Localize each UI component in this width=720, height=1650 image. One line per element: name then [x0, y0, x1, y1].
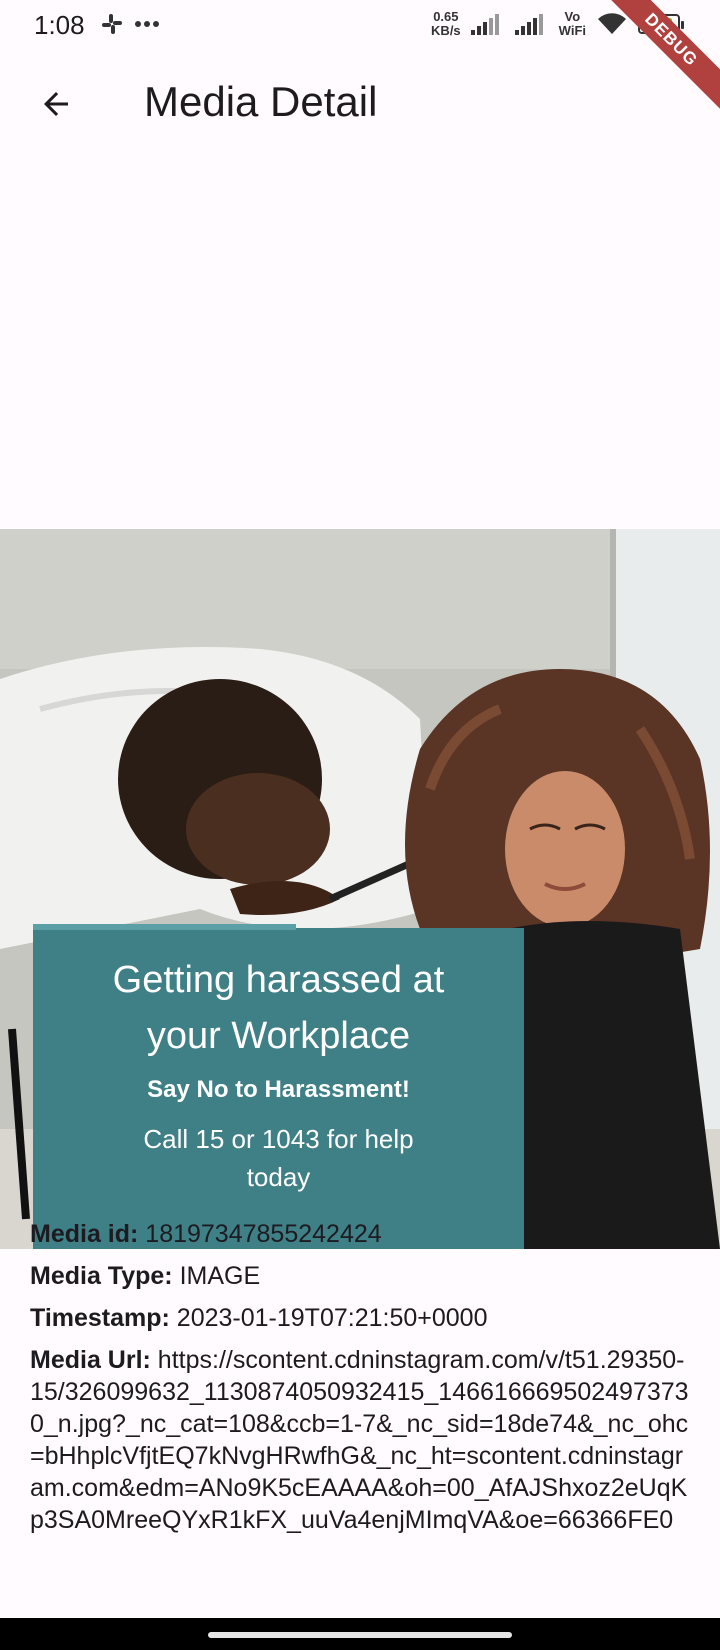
system-navigation-bar	[0, 1618, 720, 1650]
back-button[interactable]	[30, 78, 82, 130]
media-url-row: Media Url: https://scontent.cdninstagram…	[30, 1344, 694, 1536]
poster-heading-line2: your Workplace	[146, 1015, 411, 1057]
poster-line1: Call 15 or 1043 for help	[143, 1124, 414, 1154]
vowifi-bottom: WiFi	[558, 23, 586, 38]
more-dots-icon	[135, 21, 159, 27]
timestamp-label: Timestamp:	[30, 1304, 170, 1332]
media-url-value: https://scontent.cdninstagram.com/v/t51.…	[30, 1346, 689, 1534]
signal-icon-2	[514, 14, 543, 35]
poster-text: Getting harassed at your Workplace Say N…	[33, 944, 524, 1196]
status-time: 1:08	[34, 10, 85, 40]
status-notification-icons	[100, 12, 160, 36]
signal-icon	[470, 14, 499, 35]
media-type-row: Media Type: IMAGE	[30, 1260, 694, 1292]
media-type-value: IMAGE	[172, 1262, 261, 1290]
network-speed-value: 0.65	[433, 9, 459, 24]
page-title: Media Detail	[144, 78, 378, 125]
arrow-back-icon	[44, 92, 68, 116]
media-id-row: Media id: 18197347855242424	[30, 1218, 694, 1250]
media-image[interactable]: Getting harassed at your Workplace Say N…	[0, 529, 720, 1249]
vowifi-top: Vo	[564, 9, 581, 24]
timestamp-value: 2023-01-19T07:21:50+0000	[169, 1304, 488, 1332]
home-gesture-handle[interactable]	[208, 1632, 512, 1638]
timestamp-row: Timestamp: 2023-01-19T07:21:50+0000	[30, 1302, 694, 1334]
vowifi-indicator: Vo WiFi	[559, 10, 586, 38]
app-bar: Media Detail	[0, 56, 720, 152]
media-url-label: Media Url:	[30, 1346, 151, 1374]
media-type-label: Media Type:	[30, 1262, 173, 1290]
media-details: Media id: 18197347855242424 Media Type: …	[30, 1218, 694, 1546]
media-id-label: Media id:	[30, 1220, 139, 1248]
media-id-value: 18197347855242424	[138, 1220, 382, 1248]
slack-icon	[102, 14, 122, 34]
poster-line2: today	[246, 1162, 311, 1192]
network-speed: 0.65 KB/s	[431, 10, 461, 38]
poster-heading-line1: Getting harassed at	[112, 959, 445, 1001]
poster-subheading: Say No to Harassment!	[147, 1076, 410, 1103]
network-speed-unit: KB/s	[431, 23, 461, 38]
